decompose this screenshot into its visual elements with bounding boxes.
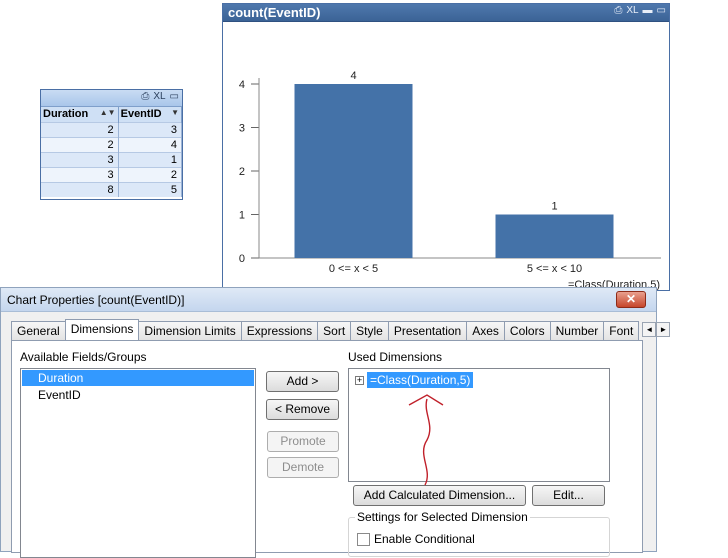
tab-sort[interactable]: Sort [317,321,352,340]
x-tick-label: 5 <= x < 10 [527,263,582,275]
tab-presentation[interactable]: Presentation [387,321,468,340]
table-row[interactable]: 32 [41,166,183,182]
list-item[interactable]: Duration [22,370,254,386]
table-row[interactable]: 31 [41,151,183,167]
y-tick-label: 0 [239,253,245,265]
y-tick-label: 1 [239,210,245,222]
y-tick-label: 2 [239,166,245,178]
table-row[interactable]: 24 [41,136,183,152]
available-fields-list[interactable]: Duration EventID [20,368,256,558]
minimize-icon[interactable]: ▬ [643,5,653,16]
bar-data-label: 1 [551,201,557,213]
chart-properties-dialog: Chart Properties [count(EventID)] ✕ Gene… [0,287,671,558]
chart-title: count(EventID) [228,5,321,20]
tab-scroll-right-icon[interactable]: ► [656,322,671,337]
dimensions-panel: Available Fields/Groups Duration EventID… [11,340,643,558]
demote-button[interactable]: Demote [267,457,339,478]
dialog-title-bar[interactable]: Chart Properties [count(EventID)] ✕ [1,288,656,312]
bar [495,214,614,258]
tab-font[interactable]: Font [603,321,640,340]
settings-group-label: Settings for Selected Dimension [355,510,530,524]
tab-scroll-left-icon[interactable]: ◄ [642,322,657,337]
sort-dropdown-icon[interactable]: ▼ [171,108,179,117]
annotation-arrow [408,394,444,486]
checkbox-box[interactable] [357,532,370,546]
x-tick-label: 0 <= x < 5 [329,263,378,275]
available-fields-label: Available Fields/Groups [20,350,147,364]
excel-icon[interactable]: XL [153,91,165,102]
tab-style[interactable]: Style [350,321,389,340]
bar-chart-object[interactable]: count(EventID) ⎙ XL ▬ ▭ 0 1 2 3 4 4 0 <= x < 5… [222,3,670,291]
straight-table-object[interactable]: ⎙ XL ▭ Duration ▲▼ EventID ▼ 23 24 31 32 8… [40,89,183,200]
data-table: Duration ▲▼ EventID ▼ 23 24 31 32 85 [41,107,183,197]
y-tick-label: 4 [239,79,245,91]
excel-icon[interactable]: XL [626,5,638,16]
sort-dropdown-icon[interactable]: ▲▼ [100,108,116,117]
add-button[interactable]: Add > [266,371,339,392]
bar [294,84,413,258]
column-header-eventid[interactable]: EventID ▼ [118,107,183,122]
enable-conditional-checkbox[interactable]: Enable Conditional [357,532,475,546]
bar-data-label: 4 [350,70,356,82]
maximize-icon[interactable]: ▭ [657,5,666,16]
tab-expressions[interactable]: Expressions [240,321,319,340]
tab-strip: General Dimensions Dimension Limits Expr… [11,319,671,340]
expand-icon[interactable]: + [355,375,364,385]
table-row[interactable]: 85 [41,181,183,197]
list-item[interactable]: EventID [22,387,254,403]
column-header-duration[interactable]: Duration ▲▼ [41,107,119,122]
promote-button[interactable]: Promote [267,431,339,452]
tab-colors[interactable]: Colors [503,321,551,340]
tab-dimensions[interactable]: Dimensions [64,319,140,340]
settings-group: Settings for Selected Dimension Enable C… [348,510,610,557]
chart-plot: 0123440 <= x < 515 <= x < 10=Class(Durat… [239,70,661,291]
annotation-arrow-line [422,398,431,486]
maximize-icon[interactable]: ▭ [170,91,179,102]
tab-number[interactable]: Number [549,321,605,340]
tab-dimension-limits[interactable]: Dimension Limits [138,321,242,340]
chart-caption: count(EventID) ⎙ XL ▬ ▭ [223,4,669,22]
print-icon[interactable]: ⎙ [614,5,622,16]
remove-button[interactable]: < Remove [266,399,339,420]
y-tick-label: 3 [239,123,245,135]
print-icon[interactable]: ⎙ [141,91,149,102]
dialog-title: Chart Properties [count(EventID)] [7,293,185,307]
tab-axes[interactable]: Axes [466,321,505,340]
enable-conditional-label: Enable Conditional [374,532,475,546]
used-dimensions-list[interactable]: + =Class(Duration,5) [348,368,610,482]
edit-button[interactable]: Edit... [532,485,605,506]
table-caption: ⎙ XL ▭ [41,90,182,107]
table-row[interactable]: 23 [41,121,183,137]
used-dimensions-label: Used Dimensions [348,350,443,364]
close-button[interactable]: ✕ [616,291,646,308]
tab-general[interactable]: General [11,321,66,340]
